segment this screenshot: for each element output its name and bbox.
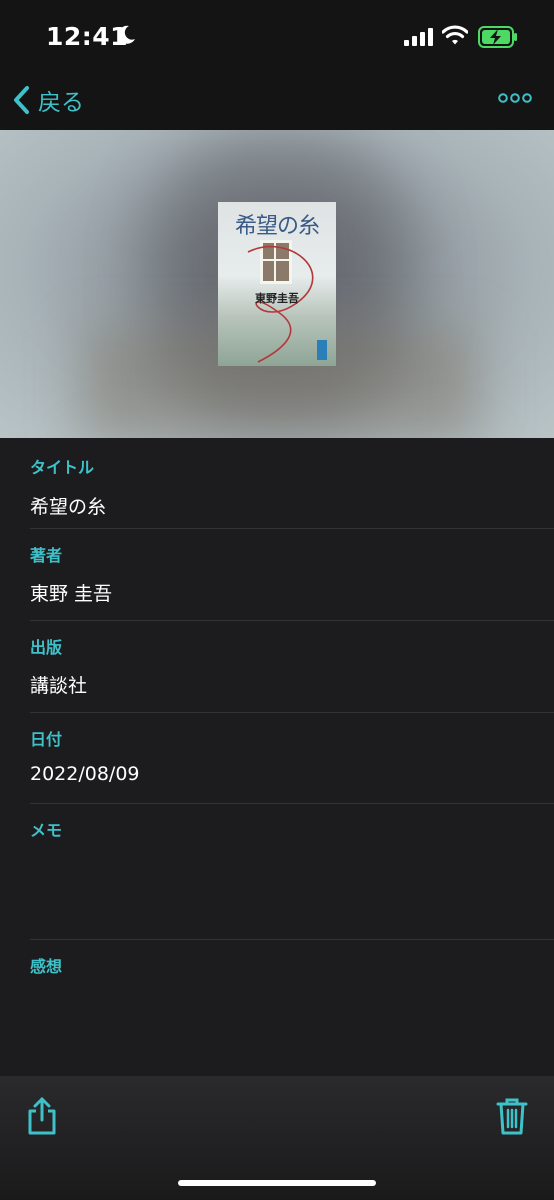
field-publisher[interactable]: 出版 講談社 bbox=[0, 620, 554, 713]
publisher-badge bbox=[317, 340, 327, 360]
field-title[interactable]: タイトル 希望の糸 bbox=[0, 438, 554, 529]
book-cover-image[interactable]: 希望の糸 東野圭吾 bbox=[218, 202, 336, 366]
share-icon[interactable] bbox=[26, 1096, 58, 1136]
field-label: 感想 bbox=[30, 957, 63, 976]
field-date[interactable]: 日付 2022/08/09 bbox=[0, 712, 554, 804]
field-value: 2022/08/09 bbox=[30, 763, 140, 785]
field-label: 著者 bbox=[30, 546, 63, 565]
field-label: 出版 bbox=[30, 638, 63, 657]
home-indicator[interactable] bbox=[178, 1180, 376, 1186]
back-button[interactable]: 戻る bbox=[12, 82, 84, 118]
field-memo[interactable]: メモ bbox=[0, 803, 554, 940]
bottom-toolbar bbox=[0, 1076, 554, 1200]
cover-author: 東野圭吾 bbox=[255, 292, 299, 305]
battery-charging-icon bbox=[478, 26, 517, 48]
wifi-icon bbox=[442, 25, 468, 45]
chevron-left-icon bbox=[14, 86, 29, 114]
field-value: 東野 圭吾 bbox=[30, 583, 113, 605]
cover-backdrop: 希望の糸 東野圭吾 bbox=[0, 130, 554, 438]
cover-title: 希望の糸 bbox=[234, 214, 320, 239]
ellipsis-icon[interactable] bbox=[498, 92, 532, 104]
field-label: メモ bbox=[30, 821, 63, 840]
cellular-signal-icon bbox=[404, 28, 433, 46]
field-value: 希望の糸 bbox=[30, 496, 107, 518]
trash-icon[interactable] bbox=[496, 1096, 528, 1136]
field-impression[interactable]: 感想 bbox=[0, 939, 554, 1076]
status-bar: 12:41 bbox=[0, 0, 554, 72]
field-value: 講談社 bbox=[30, 675, 88, 697]
moon-icon bbox=[118, 25, 135, 44]
field-author[interactable]: 著者 東野 圭吾 bbox=[0, 528, 554, 621]
field-label: タイトル bbox=[30, 458, 95, 477]
field-label: 日付 bbox=[30, 730, 63, 749]
back-label: 戻る bbox=[38, 90, 84, 116]
navigation-bar: 戻る bbox=[0, 72, 554, 130]
